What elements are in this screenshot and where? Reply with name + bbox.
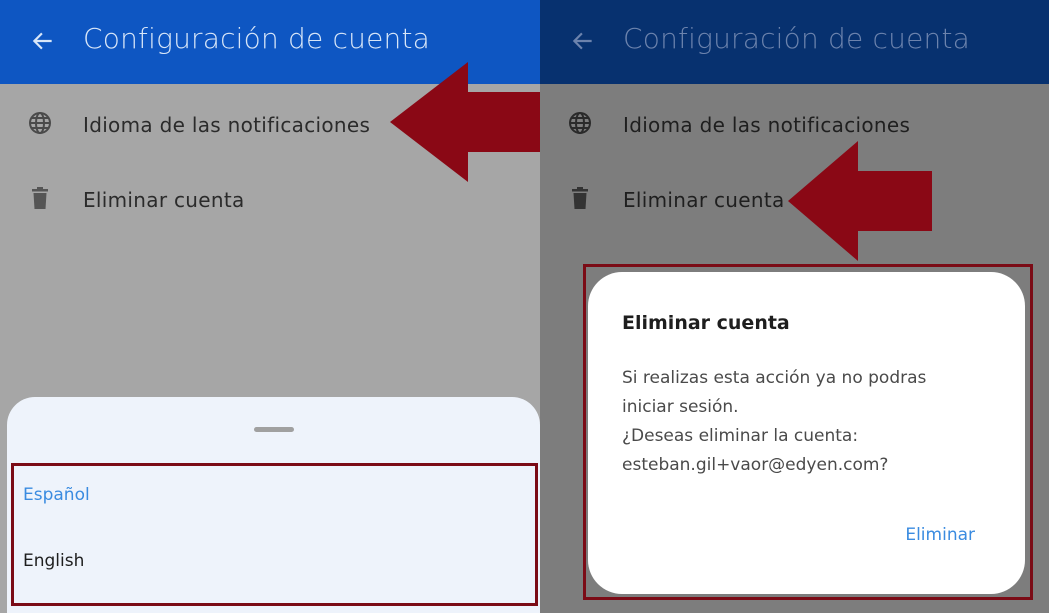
settings-item-label: Idioma de las notificaciones — [623, 113, 911, 137]
highlight-frame-dialog — [583, 264, 1033, 600]
arrow-left-icon[interactable] — [570, 28, 596, 54]
app-bar: Configuración de cuenta — [540, 0, 1049, 84]
settings-item-label: Eliminar cuenta — [83, 188, 245, 212]
globe-icon — [569, 112, 591, 134]
globe-icon — [29, 112, 51, 134]
drag-handle[interactable] — [254, 427, 294, 432]
settings-item-label: Eliminar cuenta — [623, 188, 785, 212]
trash-icon — [32, 187, 48, 209]
page-title: Configuración de cuenta — [623, 22, 970, 55]
arrow-left-icon[interactable] — [30, 28, 56, 54]
page-title: Configuración de cuenta — [83, 22, 430, 55]
settings-item-label: Idioma de las notificaciones — [83, 113, 371, 137]
annotation-arrow-left-icon — [788, 141, 932, 261]
annotation-arrow-left-icon — [390, 62, 540, 182]
trash-icon — [572, 187, 588, 209]
highlight-frame-language-options — [11, 463, 538, 606]
